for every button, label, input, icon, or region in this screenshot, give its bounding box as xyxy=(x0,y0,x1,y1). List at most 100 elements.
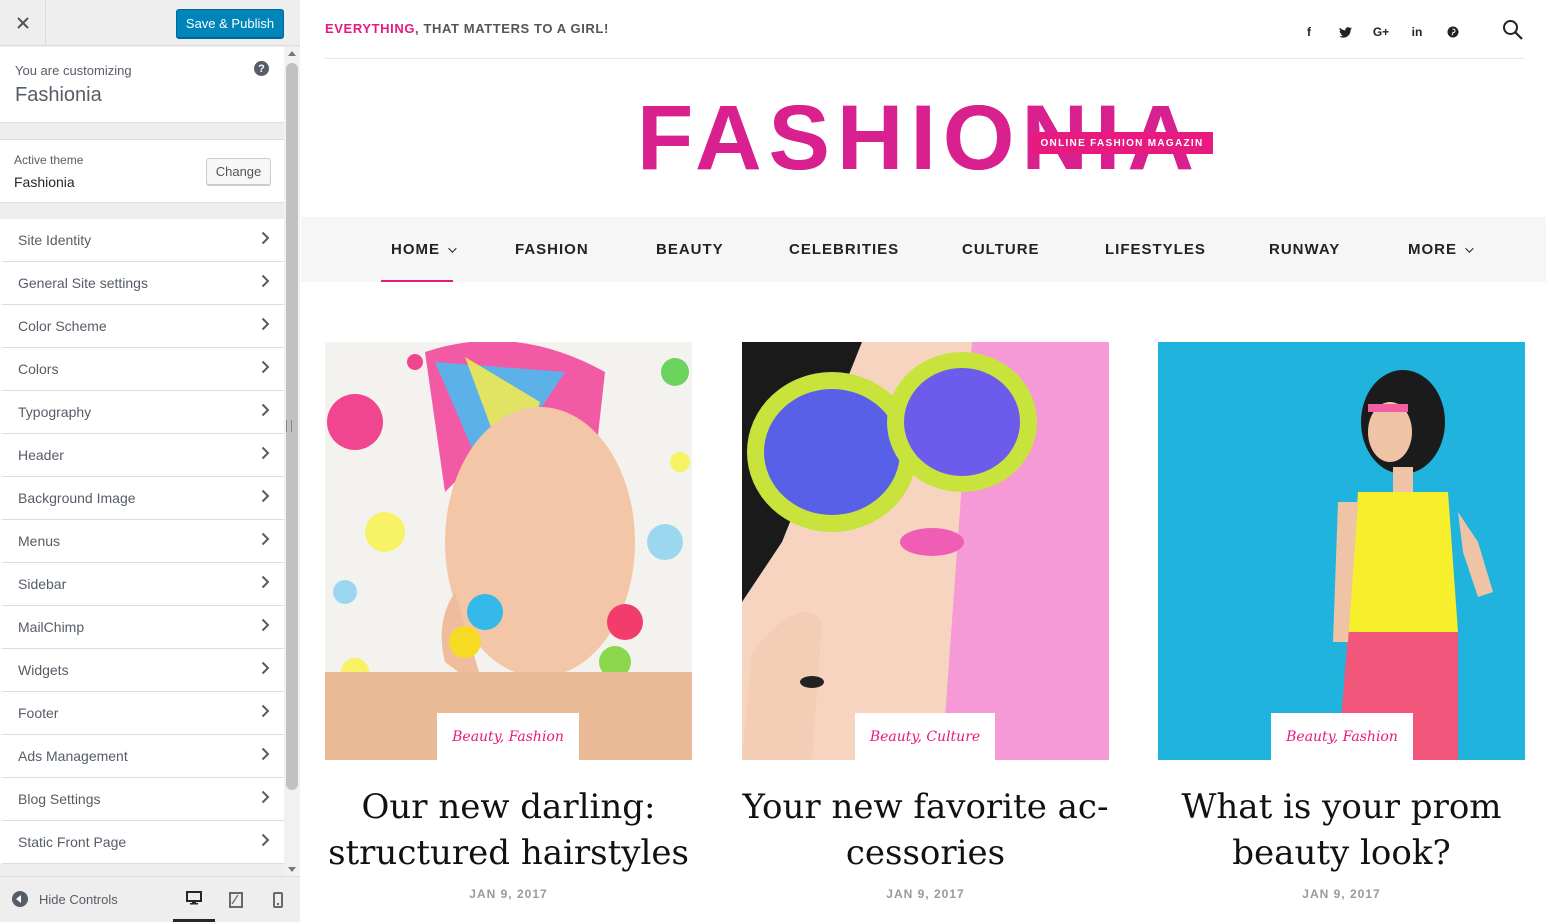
section-static-front-page[interactable]: Static Front Page xyxy=(0,821,284,864)
section-label: Background Image xyxy=(18,490,136,506)
customizer-header: Save & Publish xyxy=(0,0,300,46)
section-label: Header xyxy=(18,447,64,463)
nav-label: RUNWAY xyxy=(1269,241,1341,258)
chevron-right-icon xyxy=(261,833,270,847)
section-menus[interactable]: Menus xyxy=(0,520,284,563)
section-label: Sidebar xyxy=(18,576,67,592)
post-categories[interactable]: Beauty, Culture xyxy=(855,713,995,760)
post-image[interactable]: Beauty, Culture xyxy=(742,342,1109,760)
save-publish-button[interactable]: Save & Publish xyxy=(176,9,284,38)
nav-label: MORE xyxy=(1408,241,1457,258)
nav-item-culture[interactable]: CULTURE xyxy=(962,217,1040,282)
chevron-right-icon xyxy=(261,618,270,632)
section-label: Site Identity xyxy=(18,232,92,248)
nav-item-lifestyles[interactable]: LIFESTYLES xyxy=(1105,217,1206,282)
desktop-icon[interactable] xyxy=(173,877,215,922)
site-tagline: EVERYTHING, THAT MATTERS TO A GIRL! xyxy=(325,21,609,36)
active-nav-indicator xyxy=(381,280,453,282)
nav-item-home[interactable]: HOME xyxy=(391,217,457,282)
chevron-right-icon xyxy=(261,403,270,417)
section-mailchimp[interactable]: MailChimp xyxy=(0,606,284,649)
post-title[interactable]: What is your prom beauty look? xyxy=(1158,784,1525,876)
chevron-right-icon xyxy=(261,274,270,288)
social-links: f G+ in xyxy=(1291,22,1471,42)
pinterest-icon[interactable] xyxy=(1435,22,1471,42)
nav-item-runway[interactable]: RUNWAY xyxy=(1269,217,1340,282)
section-background-image[interactable]: Background Image xyxy=(0,477,284,520)
close-icon[interactable] xyxy=(0,0,46,46)
facebook-icon[interactable]: f xyxy=(1291,22,1327,42)
section-widgets[interactable]: Widgets xyxy=(0,649,284,692)
chevron-right-icon xyxy=(261,704,270,718)
section-sidebar[interactable]: Sidebar xyxy=(0,563,284,606)
customize-info: You are customizing Fashionia ? xyxy=(0,47,284,123)
post-image[interactable]: Beauty, Fashion xyxy=(325,342,692,760)
chevron-right-icon xyxy=(261,747,270,761)
search-icon[interactable] xyxy=(1501,18,1525,42)
hide-controls-button[interactable]: Hide Controls xyxy=(12,891,118,907)
section-label: General Site settings xyxy=(18,275,148,291)
chevron-right-icon xyxy=(261,532,270,546)
chevron-right-icon xyxy=(261,489,270,503)
logo-subtitle: ONLINE FASHION MAGAZIN xyxy=(1031,132,1213,154)
tagline-text: , THAT MATTERS TO A GIRL! xyxy=(415,21,609,36)
header-divider xyxy=(325,58,1525,59)
section-typography[interactable]: Typography xyxy=(0,391,284,434)
nav-item-more[interactable]: MORE xyxy=(1408,217,1474,282)
nav-item-celebrities[interactable]: CELEBRITIES xyxy=(789,217,899,282)
section-header[interactable]: Header xyxy=(0,434,284,477)
linkedin-icon[interactable]: in xyxy=(1399,22,1435,42)
twitter-icon[interactable] xyxy=(1327,22,1363,42)
customizer-sections: Site Identity General Site settings Colo… xyxy=(0,219,284,864)
post-title[interactable]: Your new favorite ac-cessories xyxy=(742,784,1109,876)
section-label: Static Front Page xyxy=(18,834,127,850)
scroll-up-arrow-icon[interactable] xyxy=(288,51,296,56)
nav-item-beauty[interactable]: BEAUTY xyxy=(656,217,724,282)
active-theme-panel: Active theme Fashionia Change xyxy=(0,139,284,203)
customizer-panel: You are customizing Fashionia ? Active t… xyxy=(0,47,284,876)
tagline-accent: EVERYTHING xyxy=(325,21,416,36)
resize-grip[interactable] xyxy=(286,420,292,432)
section-footer[interactable]: Footer xyxy=(0,692,284,735)
post-categories[interactable]: Beauty, Fashion xyxy=(437,713,579,760)
tablet-icon[interactable] xyxy=(215,877,257,922)
chevron-right-icon xyxy=(261,575,270,589)
section-color-scheme[interactable]: Color Scheme xyxy=(0,305,284,348)
section-label: Color Scheme xyxy=(18,318,107,334)
section-label: Widgets xyxy=(18,662,69,678)
section-site-identity[interactable]: Site Identity xyxy=(0,219,284,262)
active-theme-name: Fashionia xyxy=(14,174,75,190)
site-preview: EVERYTHING, THAT MATTERS TO A GIRL! f G+… xyxy=(301,0,1546,922)
section-general-site-settings[interactable]: General Site settings xyxy=(0,262,284,305)
post-card: Beauty, Fashion What is your prom beauty… xyxy=(1158,342,1525,901)
google-plus-icon[interactable]: G+ xyxy=(1363,22,1399,42)
chevron-right-icon xyxy=(261,231,270,245)
post-categories[interactable]: Beauty, Fashion xyxy=(1271,713,1413,760)
section-blog-settings[interactable]: Blog Settings xyxy=(0,778,284,821)
active-theme-label: Active theme xyxy=(14,153,84,167)
customizer-sidebar: Save & Publish You are customizing Fashi… xyxy=(0,0,300,922)
customizing-label: You are customizing xyxy=(15,63,132,78)
nav-label: CULTURE xyxy=(962,241,1040,258)
nav-item-fashion[interactable]: FASHION xyxy=(515,217,589,282)
section-colors[interactable]: Colors xyxy=(0,348,284,391)
post-date: JAN 9, 2017 xyxy=(886,887,965,901)
collapse-arrow-icon xyxy=(12,891,28,907)
help-icon[interactable]: ? xyxy=(254,61,269,76)
chevron-right-icon xyxy=(261,790,270,804)
scroll-down-arrow-icon[interactable] xyxy=(288,867,296,872)
sidebar-scrollbar[interactable] xyxy=(284,47,300,876)
section-label: Typography xyxy=(18,404,92,420)
mobile-icon[interactable] xyxy=(257,877,299,922)
post-title[interactable]: Our new darling: structured hairstyles xyxy=(325,784,692,876)
site-logo[interactable]: FASHIONIA ONLINE FASHION MAGAZIN xyxy=(637,90,1217,186)
site-title: Fashionia xyxy=(15,84,102,106)
section-label: Ads Management xyxy=(18,748,128,764)
post-date: JAN 9, 2017 xyxy=(1302,887,1381,901)
post-card: Beauty, Culture Your new favorite ac-ces… xyxy=(742,342,1109,901)
post-image[interactable]: Beauty, Fashion xyxy=(1158,342,1525,760)
change-theme-button[interactable]: Change xyxy=(206,158,271,185)
section-ads-management[interactable]: Ads Management xyxy=(0,735,284,778)
main-navigation: HOME FASHION BEAUTY CELEBRITIES CULTURE … xyxy=(301,217,1546,282)
nav-label: FASHION xyxy=(515,241,589,258)
